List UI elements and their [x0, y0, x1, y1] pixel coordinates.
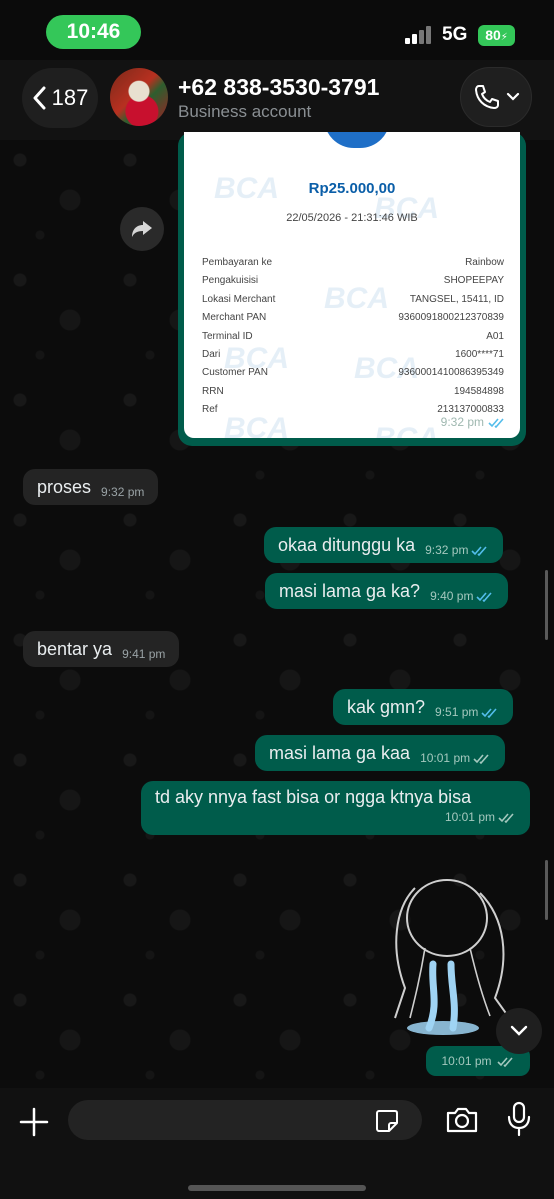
message-timestamp: 9:41 pm [122, 647, 166, 661]
camera-button[interactable] [444, 1104, 480, 1136]
receipt-row: Pengakuisisi SHOPEEPAY [202, 275, 504, 287]
message-text: proses [37, 476, 92, 497]
sticker-icon [376, 1110, 398, 1132]
status-bar: 10:46 5G 80⚡ [0, 0, 554, 60]
signal-icon [405, 26, 435, 44]
message-text: masi lama ga ka? [279, 580, 421, 601]
contact-subtitle: Business account [178, 102, 312, 121]
contact-name[interactable]: +62 838-3530-3791 [178, 74, 379, 101]
network-type: 5G [442, 24, 468, 45]
call-button[interactable] [460, 67, 532, 127]
receipt-row: Terminal ID A01 [202, 330, 504, 342]
scrollbar[interactable] [545, 570, 548, 640]
message-text: kak gmn? [347, 696, 426, 717]
home-indicator [188, 1185, 366, 1191]
battery-level: 80 [485, 27, 501, 43]
scroll-to-bottom-button[interactable] [496, 1008, 542, 1054]
receipt-row: Lokasi Merchant TANGSEL, 15411, ID [202, 293, 504, 305]
double-check-icon [498, 812, 514, 823]
message-input[interactable] [68, 1100, 422, 1140]
plus-icon [19, 1107, 49, 1137]
chevron-down-icon [510, 1025, 528, 1036]
receipt-amount: Rp25.000,00 [308, 180, 396, 197]
forward-button[interactable] [120, 207, 164, 251]
receipt-row: Dari 1600****71 [202, 348, 504, 360]
message-timestamp: 10:01 pm [445, 810, 516, 824]
forward-icon [132, 221, 152, 237]
scrollbar-thumb[interactable] [545, 860, 548, 920]
unread-count: 187 [51, 85, 89, 110]
receipt-row: Merchant PAN 9360091800212370839 [202, 312, 504, 324]
receipt-row: Customer PAN 9360001410086395349 [202, 367, 504, 379]
avatar[interactable] [110, 68, 168, 126]
message-timestamp: 9:51 pm [435, 705, 499, 719]
message-text: td aky nnya fast bisa or ngga ktnya bisa [155, 787, 472, 807]
double-check-icon [471, 545, 488, 556]
message-composer [0, 1088, 554, 1199]
chat-header: 187 +62 838-3530-3791 Business account [0, 60, 554, 140]
receipt-row: Pembayaran ke Rainbow [202, 257, 504, 268]
message-timestamp: 9:40 pm [430, 589, 494, 603]
message-text: bentar ya [37, 638, 113, 659]
incoming-message[interactable]: proses 9:32 pm [23, 469, 159, 505]
double-check-icon [473, 753, 489, 764]
outgoing-message[interactable]: masi lama ga ka? 9:40 pm [265, 573, 509, 609]
message-timestamp: 10:01 pm [420, 751, 491, 765]
battery-icon: 80⚡ [478, 25, 515, 46]
chevron-left-icon [33, 86, 46, 110]
outgoing-message[interactable]: masi lama ga kaa 10:01 pm [255, 735, 506, 771]
phone-icon [475, 85, 499, 109]
message-text: okaa ditunggu ka [278, 534, 416, 555]
message-text: masi lama ga kaa [269, 742, 411, 763]
double-check-icon [476, 591, 493, 602]
bca-watermark: BCA [374, 422, 439, 438]
attach-button[interactable] [16, 1104, 52, 1140]
message-timestamp: 9:32 pm [425, 543, 489, 557]
outgoing-message[interactable]: td aky nnya fast bisa or ngga ktnya bisa… [141, 781, 530, 835]
sticker-button[interactable] [374, 1108, 400, 1134]
double-check-icon [496, 1056, 513, 1067]
receipt-header-shape [324, 132, 390, 148]
outgoing-message[interactable]: kak gmn? 9:51 pm [333, 689, 514, 725]
receipt-row: RRN 194584898 [202, 385, 504, 397]
outgoing-message[interactable]: okaa ditunggu ka 9:32 pm [264, 527, 504, 563]
receipt-datetime: 22/05/2026 - 21:31:46 WIB [286, 212, 418, 224]
message-timestamp: 9:32 pm [441, 415, 506, 429]
double-check-icon [488, 417, 504, 428]
receipt-image-message[interactable]: BCA BCA BCA BCA BCA BCA BCA Rp25.000,00 … [178, 132, 526, 446]
message-timestamp: 9:32 pm [101, 485, 145, 499]
microphone-button[interactable] [505, 1100, 533, 1138]
incoming-message[interactable]: bentar ya 9:41 pm [23, 631, 180, 667]
camera-icon [446, 1107, 478, 1133]
status-time: 10:46 [46, 15, 141, 49]
receipt-details: Pembayaran ke Rainbow Pengakuisisi SHOPEEP… [202, 254, 504, 420]
chevron-down-icon [506, 92, 520, 101]
receipt-image: BCA BCA BCA BCA BCA BCA BCA Rp25.000,00 … [184, 132, 520, 438]
back-button[interactable]: 187 [22, 68, 98, 128]
microphone-icon [507, 1101, 531, 1137]
double-check-icon [481, 707, 498, 718]
